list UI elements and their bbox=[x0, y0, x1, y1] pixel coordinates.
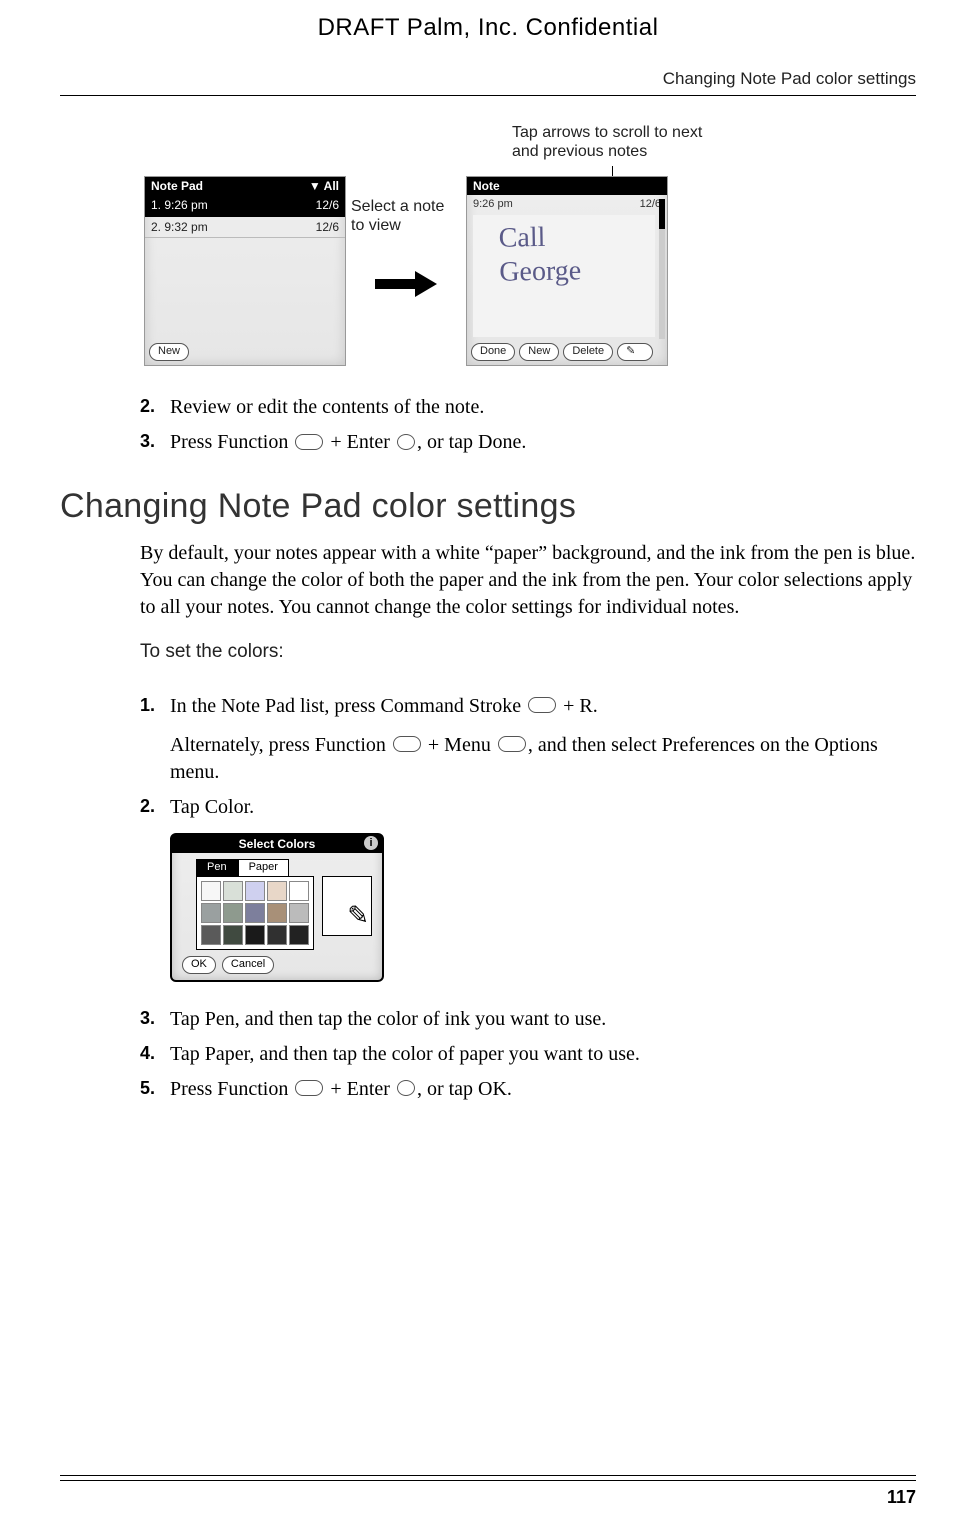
function-key-icon bbox=[295, 1080, 323, 1096]
tab-pen[interactable]: Pen bbox=[196, 859, 238, 876]
list-title: Note Pad bbox=[151, 178, 203, 194]
step-text: Tap Color. bbox=[170, 794, 916, 821]
color-swatch[interactable] bbox=[245, 903, 265, 923]
step-item: 3. Press Function + Enter , or tap Done. bbox=[140, 429, 916, 456]
step-text: Tap Pen, and then tap the color of ink y… bbox=[170, 1006, 916, 1033]
header-section-label: Changing Note Pad color settings bbox=[60, 68, 916, 91]
running-head: Changing Note Pad color settings bbox=[60, 68, 916, 96]
notepad-list-screen: Note Pad ▼ All 1. 9:26 pm 12/6 2. 9:32 p… bbox=[144, 176, 346, 366]
dialog-title: Select Colors bbox=[239, 837, 316, 851]
note-title: Note bbox=[473, 178, 500, 194]
arrow-right-icon bbox=[375, 271, 437, 297]
step-item: 2. Review or edit the contents of the no… bbox=[140, 394, 916, 421]
color-swatch[interactable] bbox=[289, 903, 309, 923]
color-swatch[interactable] bbox=[267, 925, 287, 945]
cancel-button[interactable]: Cancel bbox=[222, 956, 274, 974]
step-number: 1. bbox=[140, 693, 170, 786]
done-button[interactable]: Done bbox=[471, 343, 515, 361]
nav-counter: 1 of 2 bbox=[546, 179, 575, 194]
list-row[interactable]: 2. 9:32 pm 12/6 bbox=[145, 217, 345, 238]
color-swatch[interactable] bbox=[245, 925, 265, 945]
color-swatch[interactable] bbox=[267, 903, 287, 923]
scrollbar[interactable] bbox=[659, 199, 665, 339]
color-swatch[interactable] bbox=[289, 925, 309, 945]
function-key-icon bbox=[295, 434, 323, 450]
step-number: 3. bbox=[140, 1006, 170, 1033]
page-footer: 117 bbox=[60, 1475, 916, 1509]
nav-prev-icon[interactable]: ◀ bbox=[533, 179, 541, 194]
figure-row: Tap arrows to scroll to next and previou… bbox=[60, 176, 916, 366]
step-text: Press Function + Enter , or tap OK. bbox=[170, 1076, 916, 1103]
step-number: 2. bbox=[140, 794, 170, 821]
color-swatch[interactable] bbox=[223, 881, 243, 901]
step-item: 1. In the Note Pad list, press Command S… bbox=[140, 693, 916, 786]
note-time: 9:26 pm bbox=[473, 197, 513, 212]
notepad-view-screen: Note ◀ 1 of 2 ▶ Unfiled 9:26 pm 12/6 Cal… bbox=[466, 176, 668, 366]
step-number: 5. bbox=[140, 1076, 170, 1103]
color-swatch[interactable] bbox=[289, 881, 309, 901]
color-swatch[interactable] bbox=[245, 881, 265, 901]
list-filter[interactable]: ▼ All bbox=[309, 178, 339, 194]
select-colors-dialog: Select Colors i Pen Paper ✎ OK Cancel bbox=[170, 833, 384, 982]
enter-key-icon bbox=[397, 434, 415, 450]
preview-pane: ✎ bbox=[322, 876, 372, 936]
list-row[interactable]: 1. 9:26 pm 12/6 bbox=[145, 195, 345, 216]
step-number: 2. bbox=[140, 394, 170, 421]
new-button[interactable]: New bbox=[519, 343, 559, 361]
pen-icon[interactable]: ✎ bbox=[617, 343, 653, 361]
color-swatches bbox=[196, 876, 314, 950]
color-swatch[interactable] bbox=[223, 925, 243, 945]
handwriting-line: Call bbox=[498, 222, 545, 254]
callout-select-note: Select a note to view bbox=[351, 198, 461, 235]
handwriting-line: George bbox=[499, 255, 581, 287]
step-text: Tap Paper, and then tap the color of pap… bbox=[170, 1041, 916, 1068]
command-stroke-icon bbox=[528, 697, 556, 713]
note-canvas[interactable]: Call George bbox=[473, 215, 655, 337]
color-swatch[interactable] bbox=[267, 881, 287, 901]
info-icon[interactable]: i bbox=[364, 836, 378, 850]
new-button[interactable]: New bbox=[149, 343, 189, 361]
draft-header: DRAFT Palm, Inc. Confidential bbox=[60, 12, 916, 44]
note-date: 12/6 bbox=[640, 197, 661, 212]
color-swatch[interactable] bbox=[201, 903, 221, 923]
color-swatch[interactable] bbox=[201, 925, 221, 945]
step-item: 5. Press Function + Enter , or tap OK. bbox=[140, 1076, 916, 1103]
step-text: Review or edit the contents of the note. bbox=[170, 394, 916, 421]
step-text: In the Note Pad list, press Command Stro… bbox=[170, 693, 916, 786]
category-dropdown[interactable]: Unfiled bbox=[620, 178, 661, 195]
callout-top: Tap arrows to scroll to next and previou… bbox=[512, 124, 732, 161]
enter-key-icon bbox=[397, 1080, 415, 1096]
color-swatch[interactable] bbox=[201, 881, 221, 901]
page-number: 117 bbox=[60, 1485, 916, 1509]
tab-paper[interactable]: Paper bbox=[238, 859, 289, 876]
menu-key-icon bbox=[498, 736, 526, 752]
step-item: 3. Tap Pen, and then tap the color of in… bbox=[140, 1006, 916, 1033]
color-swatch[interactable] bbox=[223, 903, 243, 923]
section-heading: Changing Note Pad color settings bbox=[60, 484, 916, 530]
step-number: 4. bbox=[140, 1041, 170, 1068]
procedure-subhead: To set the colors: bbox=[140, 639, 916, 665]
step-number: 3. bbox=[140, 429, 170, 456]
step-item: 2. Tap Color. bbox=[140, 794, 916, 821]
step-item: 4. Tap Paper, and then tap the color of … bbox=[140, 1041, 916, 1068]
step-text: Press Function + Enter , or tap Done. bbox=[170, 429, 916, 456]
delete-button[interactable]: Delete bbox=[563, 343, 613, 361]
section-body: By default, your notes appear with a whi… bbox=[140, 540, 916, 621]
function-key-icon bbox=[393, 736, 421, 752]
nav-next-icon[interactable]: ▶ bbox=[578, 179, 586, 194]
note-nav: ◀ 1 of 2 ▶ bbox=[533, 179, 587, 194]
ok-button[interactable]: OK bbox=[182, 956, 216, 974]
